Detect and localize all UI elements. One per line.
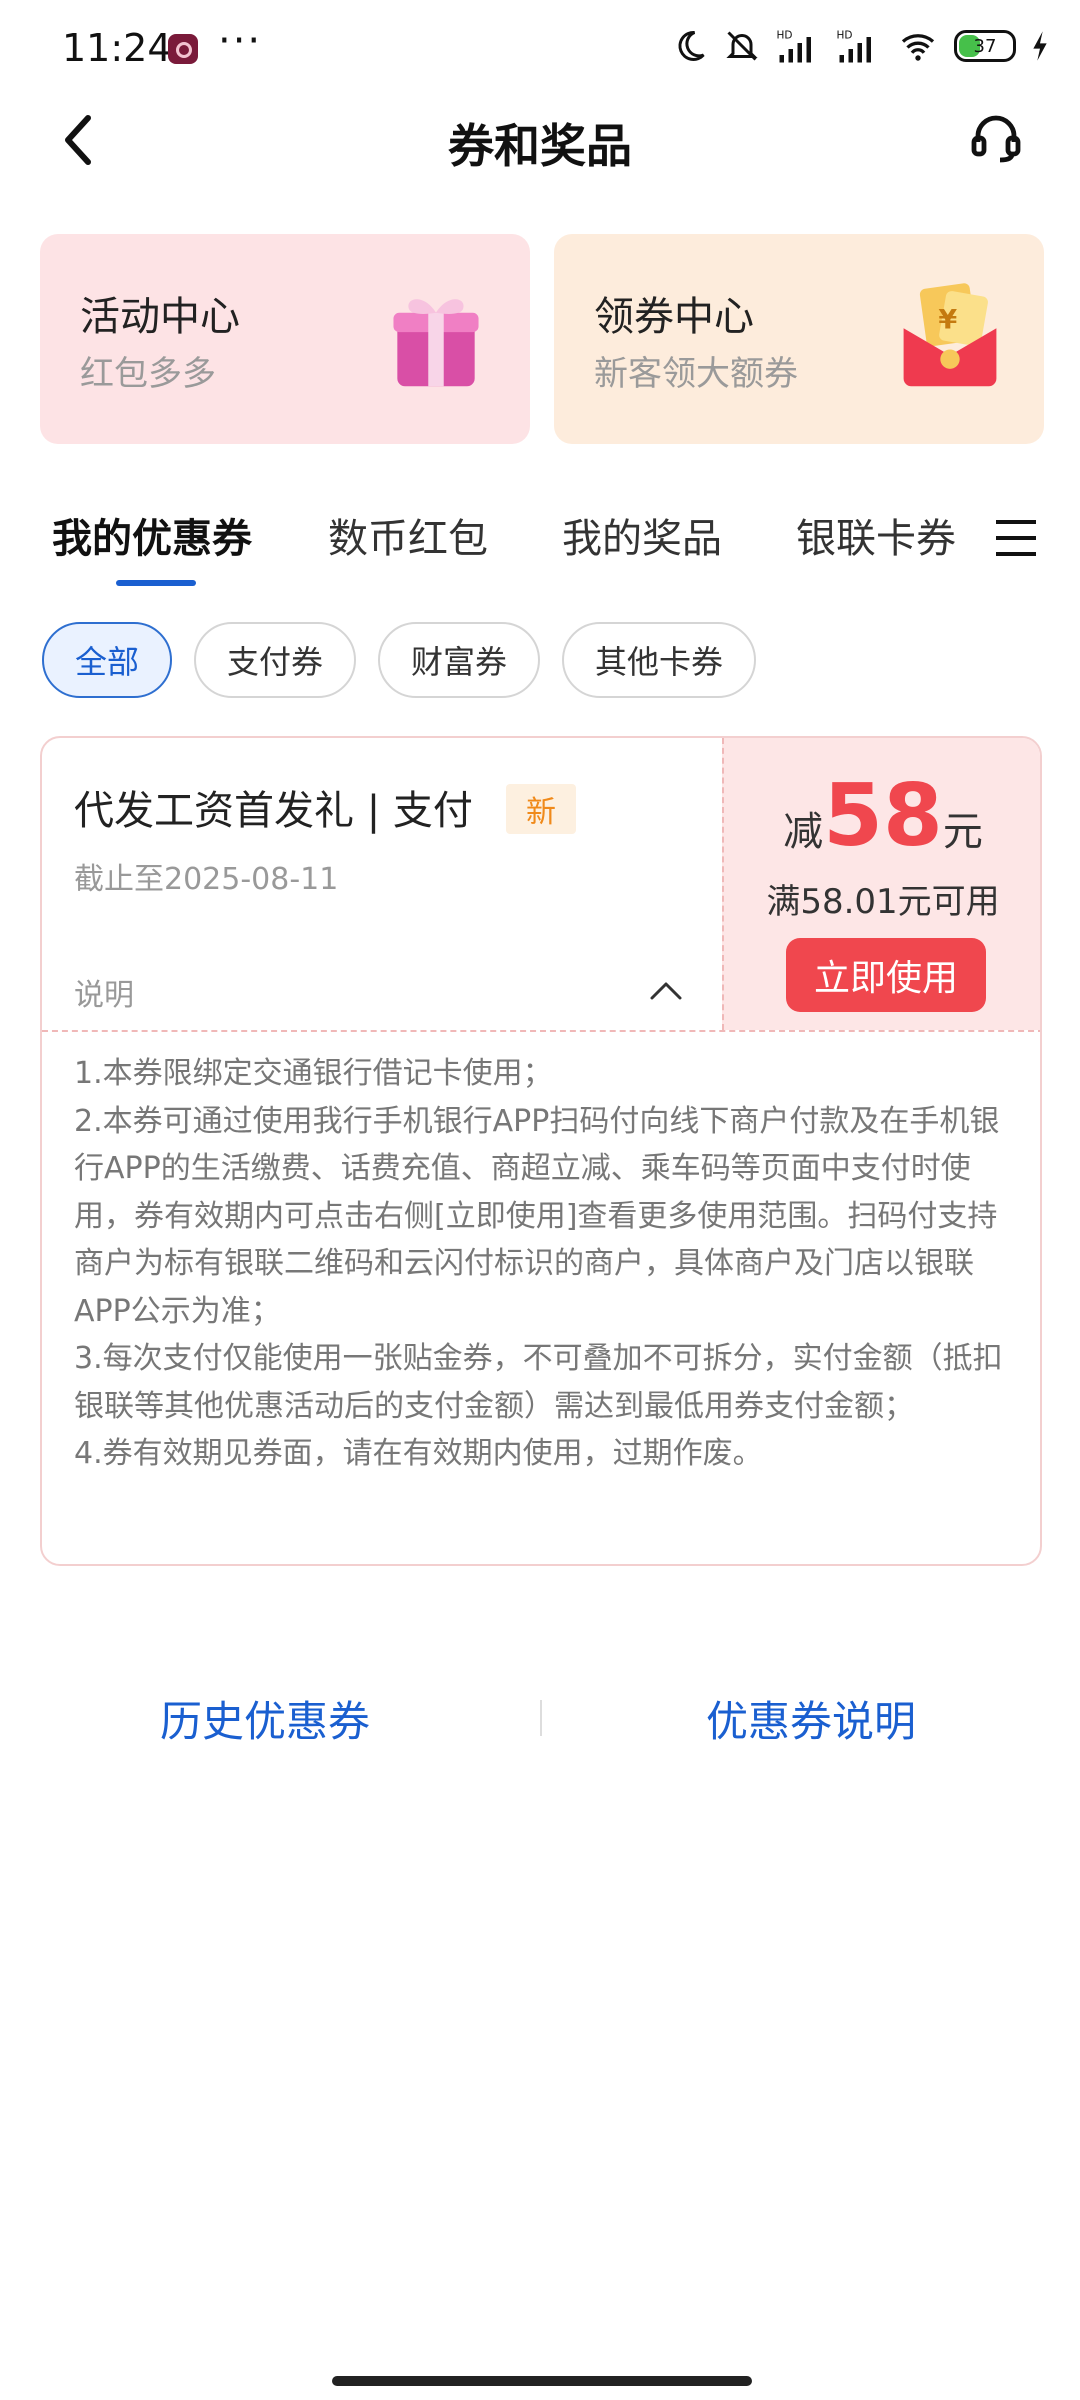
filter-wealth[interactable]: 财富券 (378, 622, 540, 698)
coupon-description-toggle[interactable]: 说明 (74, 970, 134, 1014)
menu-icon (996, 520, 1036, 556)
coupon-rule: 4.券有效期见券面，请在有效期内使用，过期作废。 (74, 1436, 763, 1471)
coupon-center-card[interactable]: 领券中心 新客领大额券 ¥ (554, 234, 1044, 444)
activity-center-title: 活动中心 (80, 294, 240, 340)
coupon-amount-panel: 减58元 满58.01元可用 立即使用 (722, 738, 1040, 1030)
history-coupons-link[interactable]: 历史优惠券 (160, 1688, 370, 1749)
filter-other-cards[interactable]: 其他卡券 (562, 622, 756, 698)
headset-icon (971, 115, 1021, 163)
more-notifications-icon: ··· (218, 18, 263, 64)
amount-value: 58 (823, 766, 943, 866)
coupon-tabs: 我的优惠券 数币红包 我的奖品 银联卡券 (52, 506, 1042, 596)
gift-box-icon (393, 299, 479, 387)
new-badge: 新 (506, 784, 576, 834)
coupon-divider (722, 738, 724, 1030)
svg-text:HD: HD (777, 30, 793, 42)
coupon-center-subtitle: 新客领大额券 (594, 354, 798, 394)
filter-payment[interactable]: 支付券 (194, 622, 356, 698)
app-notification-icon (168, 34, 198, 64)
tab-my-prizes[interactable]: 我的奖品 (562, 506, 722, 564)
svg-text:¥: ¥ (938, 304, 957, 335)
battery-icon: 37 (954, 30, 1016, 62)
tab-digital-red-packet[interactable]: 数币红包 (328, 506, 488, 564)
coupon-rule: 1.本券限绑定交通银行借记卡使用； (74, 1056, 553, 1091)
footer-divider (540, 1700, 542, 1736)
moon-icon (678, 30, 705, 61)
coupon-card: 减58元 满58.01元可用 立即使用 代发工资首发礼 | 支付 新 截止至20… (40, 736, 1042, 1566)
coupon-title: 代发工资首发礼 | 支付 (74, 788, 473, 834)
filter-all[interactable]: 全部 (42, 622, 172, 698)
coupon-center-title: 领券中心 (594, 294, 754, 340)
amount-prefix: 减 (783, 809, 824, 855)
active-tab-indicator (116, 580, 196, 586)
hd-signal-icon: HD (777, 30, 811, 63)
tab-my-coupons[interactable]: 我的优惠券 (52, 506, 252, 564)
mute-icon (726, 31, 758, 61)
amount-suffix: 元 (942, 809, 983, 855)
coupon-divider (42, 1030, 1040, 1032)
use-now-button[interactable]: 立即使用 (786, 938, 986, 1012)
red-envelope-icon: ¥ (903, 283, 997, 387)
home-indicator[interactable] (332, 2376, 752, 2386)
chevron-up-icon[interactable] (646, 974, 686, 1004)
coupon-condition: 满58.01元可用 (766, 882, 1000, 922)
status-icons: HD HD 37 (672, 28, 1050, 64)
status-time: 11:24 (62, 26, 172, 70)
coupon-amount: 减58元 (722, 766, 1040, 866)
svg-text:HD: HD (837, 30, 853, 42)
coupon-expire-date: 截止至2025-08-11 (74, 862, 339, 897)
tab-unionpay-coupons[interactable]: 银联卡券 (796, 506, 956, 564)
page-title: 券和奖品 (448, 119, 632, 173)
tab-menu-button[interactable] (994, 516, 1038, 560)
coupon-explanation-link[interactable]: 优惠券说明 (706, 1688, 916, 1749)
wifi-icon (901, 34, 935, 61)
coupon-rule: 2.本券可通过使用我行手机银行APP扫码付向线下商户付款及在手机银行APP的生活… (74, 1103, 1000, 1329)
hd-signal-icon: HD (837, 30, 871, 63)
customer-service-button[interactable] (968, 110, 1024, 166)
coupon-rules: 1.本券限绑定交通银行借记卡使用； 2.本券可通过使用我行手机银行APP扫码付向… (74, 1050, 1024, 1478)
charging-icon (1033, 31, 1047, 61)
activity-center-subtitle: 红包多多 (80, 354, 216, 394)
activity-center-card[interactable]: 活动中心 红包多多 (40, 234, 530, 444)
coupon-rule: 3.每次支付仅能使用一张贴金券，不可叠加不可拆分，实付金额（抵扣银联等其他优惠活… (74, 1341, 1003, 1424)
battery-level: 37 (973, 35, 997, 57)
